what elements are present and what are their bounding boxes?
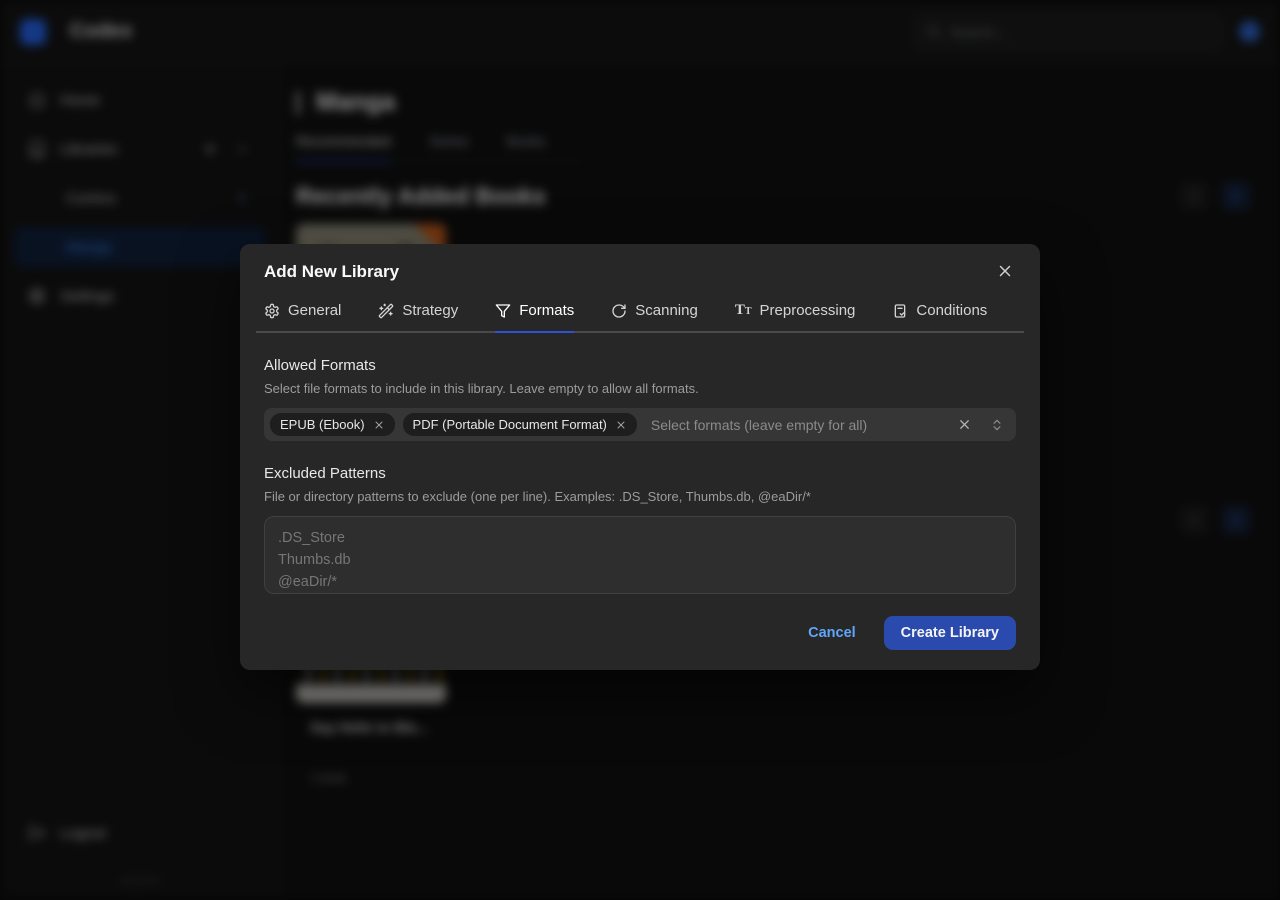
type-icon: TT — [734, 302, 752, 318]
allowed-formats-helper: Select file formats to include in this l… — [264, 381, 699, 396]
excluded-patterns-textarea[interactable] — [264, 516, 1016, 594]
tab-formats[interactable]: Formats — [495, 302, 575, 333]
cancel-button[interactable]: Cancel — [808, 625, 856, 641]
excluded-patterns-label: Excluded Patterns — [264, 465, 386, 482]
tab-label: Conditions — [916, 302, 988, 319]
chip-label: EPUB (Ebook) — [280, 417, 365, 432]
create-library-button[interactable]: Create Library — [883, 616, 1016, 650]
format-chip-pdf: PDF (Portable Document Format) — [402, 413, 637, 436]
tab-label: General — [288, 302, 342, 319]
allowed-formats-label: Allowed Formats — [264, 357, 376, 374]
add-library-modal: Add New Library General Strategy Formats… — [240, 244, 1040, 670]
gear-icon — [265, 303, 279, 318]
tab-label: Formats — [519, 302, 575, 319]
tab-strategy[interactable]: Strategy — [378, 302, 458, 333]
filter-icon — [495, 303, 511, 318]
tab-label: Strategy — [402, 302, 459, 319]
modal-tabs: General Strategy Formats Scanning TT Pre… — [256, 302, 1024, 333]
tab-label: Scanning — [635, 302, 698, 319]
refresh-icon — [612, 303, 626, 318]
tab-scanning[interactable]: Scanning — [611, 302, 698, 333]
app-root: Codex Home Libraries — [0, 0, 1280, 900]
remove-chip-icon[interactable] — [373, 419, 385, 431]
formats-multiselect[interactable]: EPUB (Ebook) PDF (Portable Document Form… — [264, 408, 1016, 441]
tab-label: Preprocessing — [759, 302, 856, 319]
remove-chip-icon[interactable] — [615, 419, 627, 431]
tab-conditions[interactable]: Conditions — [892, 302, 987, 333]
file-check-icon — [895, 303, 906, 318]
format-chip-epub: EPUB (Ebook) — [270, 413, 395, 436]
tab-general[interactable]: General — [264, 302, 341, 333]
close-button[interactable] — [996, 262, 1016, 282]
excluded-patterns-helper: File or directory patterns to exclude (o… — [264, 489, 811, 504]
close-icon — [999, 265, 1011, 277]
chip-label: PDF (Portable Document Format) — [412, 417, 607, 432]
wand-icon — [379, 303, 394, 318]
chevrons-up-down-icon[interactable] — [990, 418, 1004, 432]
clear-all-icon[interactable] — [957, 417, 972, 432]
tab-preprocessing[interactable]: TT Preprocessing — [735, 302, 856, 333]
modal-title: Add New Library — [264, 262, 400, 281]
formats-select-placeholder[interactable]: Select formats (leave empty for all) — [645, 417, 949, 433]
